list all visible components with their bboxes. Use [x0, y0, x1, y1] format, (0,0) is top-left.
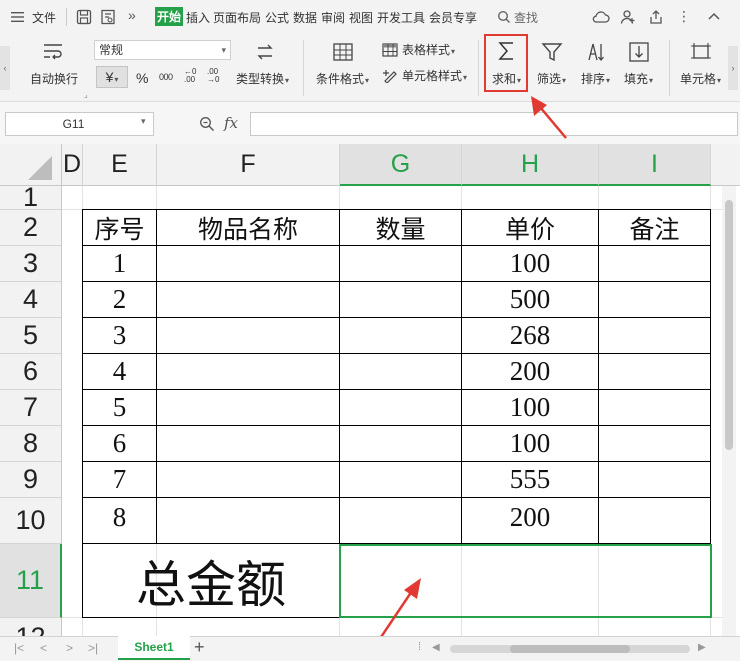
scroll-right-icon[interactable]: ▶ — [698, 642, 706, 653]
sheet-tab-sheet1[interactable]: Sheet1 — [118, 636, 190, 660]
horizontal-scrollbar[interactable] — [450, 645, 690, 653]
last-sheet-icon[interactable]: >| — [88, 641, 98, 655]
prev-sheet-icon[interactable]: < — [40, 641, 47, 655]
annotation-arrow-sum — [531, 96, 567, 139]
next-sheet-icon[interactable]: > — [66, 641, 73, 655]
scroll-left-icon[interactable]: ◀ — [432, 642, 440, 653]
splitter-icon[interactable]: ⁞ — [418, 641, 421, 653]
sheet-bar: |< < > >| Sheet1 + ⁞ ◀ ▶ — [0, 636, 740, 661]
first-sheet-icon[interactable]: |< — [14, 641, 24, 655]
scrollbar-thumb[interactable] — [510, 645, 630, 653]
vertical-scrollbar[interactable] — [722, 186, 736, 636]
scrollbar-thumb[interactable] — [725, 200, 733, 450]
add-sheet-button[interactable]: + — [194, 637, 205, 658]
